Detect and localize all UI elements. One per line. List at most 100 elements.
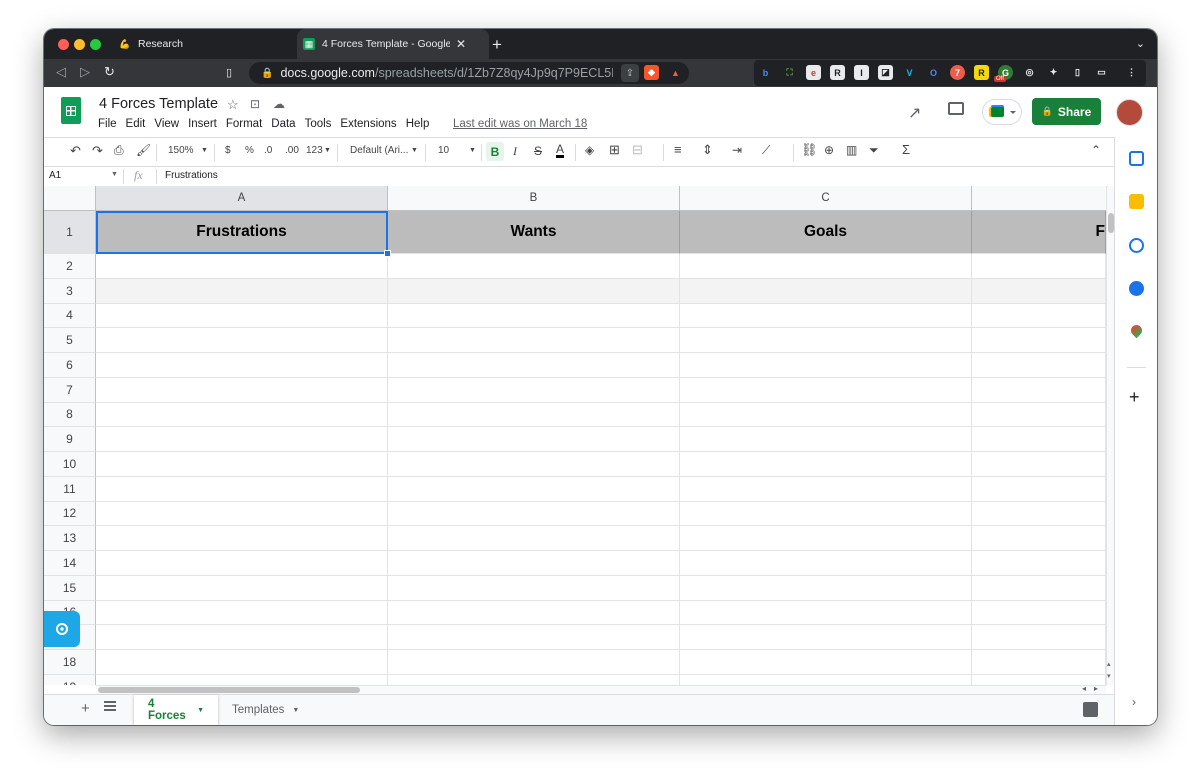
grid-cell[interactable] bbox=[96, 551, 388, 576]
grid-cell[interactable] bbox=[680, 600, 972, 626]
grid-cell[interactable] bbox=[680, 501, 972, 527]
spreadsheet-grid[interactable]: A B C 12345678910111213141516171819 Frus… bbox=[44, 186, 1106, 685]
grid-cell[interactable] bbox=[388, 526, 680, 551]
new-tab-button[interactable]: + bbox=[492, 35, 502, 55]
menu-file[interactable]: File bbox=[98, 118, 117, 130]
grid-cell[interactable] bbox=[972, 303, 1106, 329]
explore-icon[interactable] bbox=[1083, 702, 1098, 717]
cell-c1[interactable]: Goals bbox=[680, 211, 972, 254]
grid-cell[interactable] bbox=[96, 600, 388, 626]
vertical-align-icon[interactable]: ⇕ bbox=[702, 142, 713, 158]
grid-cell[interactable] bbox=[388, 575, 680, 601]
grid-cell[interactable] bbox=[96, 625, 388, 650]
insert-comment-icon[interactable]: ⊕ bbox=[824, 143, 834, 157]
grid-cell[interactable] bbox=[388, 328, 680, 353]
chevron-down-icon[interactable]: ▼ bbox=[111, 171, 118, 178]
all-sheets-icon[interactable] bbox=[104, 701, 116, 711]
name-box[interactable]: A1 bbox=[49, 170, 61, 181]
share-page-icon[interactable]: ⇪ bbox=[620, 64, 639, 82]
meet-button[interactable] bbox=[982, 99, 1022, 125]
grid-cell[interactable] bbox=[96, 476, 388, 502]
e-extension-icon[interactable]: e bbox=[806, 65, 821, 80]
grid-cell[interactable] bbox=[96, 575, 388, 601]
paint-format-icon[interactable]: 🖌 bbox=[136, 143, 151, 157]
grid-cell[interactable] bbox=[388, 303, 680, 329]
grid-cell[interactable] bbox=[96, 526, 388, 551]
puzzle-icon[interactable]: ✦ bbox=[1046, 65, 1061, 80]
zoom-window-button[interactable] bbox=[90, 39, 101, 50]
back-icon[interactable]: ◁ bbox=[56, 64, 66, 80]
menu-extensions[interactable]: Extensions bbox=[340, 118, 396, 130]
print-icon[interactable]: ⎙ bbox=[114, 143, 124, 158]
grid-cell[interactable] bbox=[388, 402, 680, 428]
grid-cell[interactable] bbox=[972, 402, 1106, 428]
grid-cell[interactable] bbox=[972, 254, 1106, 279]
grid-cell[interactable] bbox=[388, 377, 680, 403]
fill-color-icon[interactable]: ◈ bbox=[585, 143, 594, 157]
row-header[interactable]: 4 bbox=[44, 303, 96, 329]
grid-cell[interactable] bbox=[96, 303, 388, 329]
chevron-down-icon[interactable]: ▼ bbox=[324, 147, 331, 154]
grid-cell[interactable] bbox=[388, 674, 680, 685]
row-header[interactable]: 8 bbox=[44, 402, 96, 428]
close-tab-icon[interactable]: ✕ bbox=[456, 37, 466, 51]
show-side-panel-icon[interactable]: › bbox=[1132, 695, 1136, 709]
grid-cell[interactable] bbox=[96, 452, 388, 477]
grid-cell[interactable] bbox=[680, 303, 972, 329]
percent-format-button[interactable]: % bbox=[245, 145, 254, 156]
grid-cell[interactable] bbox=[972, 377, 1106, 403]
grid-cell[interactable] bbox=[972, 476, 1106, 502]
screenshot-extension-icon[interactable]: ⛶ bbox=[782, 65, 797, 80]
grid-cell[interactable] bbox=[680, 328, 972, 353]
scroll-right-icon[interactable]: ▸ bbox=[1094, 684, 1098, 693]
vimeo-extension-icon[interactable]: V bbox=[902, 65, 917, 80]
sheet-tab-templates[interactable]: Templates ▼ bbox=[218, 695, 312, 725]
grid-cell[interactable] bbox=[972, 278, 1106, 304]
scroll-thumb[interactable] bbox=[98, 687, 360, 693]
menu-data[interactable]: Data bbox=[271, 118, 295, 130]
grid-cell[interactable] bbox=[972, 353, 1106, 378]
grid-cell[interactable] bbox=[680, 575, 972, 601]
row-header[interactable]: 11 bbox=[44, 476, 96, 502]
brave-rewards-icon[interactable]: ▲ bbox=[668, 65, 683, 80]
chevron-down-icon[interactable]: ▼ bbox=[469, 147, 476, 154]
address-bar[interactable]: 🔒 docs.google.com /spreadsheets/d/1Zb7Z8… bbox=[249, 62, 689, 84]
decrease-decimal-button[interactable]: .0 bbox=[264, 145, 272, 156]
row-header[interactable]: 12 bbox=[44, 501, 96, 527]
row-header[interactable]: 6 bbox=[44, 353, 96, 378]
grid-cell[interactable] bbox=[96, 328, 388, 353]
text-color-button[interactable]: A bbox=[556, 143, 565, 158]
menu-insert[interactable]: Insert bbox=[188, 118, 217, 130]
grid-cell[interactable] bbox=[972, 650, 1106, 675]
row-header[interactable]: 19 bbox=[44, 674, 96, 685]
italic-button[interactable]: I bbox=[513, 144, 517, 159]
notes-extension-icon[interactable]: ◪ bbox=[878, 65, 893, 80]
grid-cell[interactable] bbox=[680, 278, 972, 304]
grid-cell[interactable] bbox=[680, 402, 972, 428]
cell-d1[interactable]: F bbox=[972, 211, 1106, 254]
menu-format[interactable]: Format bbox=[226, 118, 262, 130]
rize-extension-icon[interactable]: R bbox=[974, 65, 989, 80]
grid-cell[interactable] bbox=[96, 650, 388, 675]
grid-cell[interactable] bbox=[680, 427, 972, 452]
chevron-down-icon[interactable]: ▼ bbox=[201, 147, 208, 154]
grid-cell[interactable] bbox=[680, 674, 972, 685]
activity-dashboard-icon[interactable]: ↗ bbox=[908, 103, 921, 123]
browser-tab-research[interactable]: 💪 Research bbox=[114, 29, 299, 59]
font-size-select[interactable]: 10 bbox=[438, 145, 449, 156]
grid-cell[interactable] bbox=[680, 377, 972, 403]
column-header-a[interactable]: A bbox=[96, 186, 388, 211]
sidebar-icon[interactable]: ▯ bbox=[1070, 65, 1085, 80]
forward-icon[interactable]: ▷ bbox=[80, 64, 90, 80]
grid-cell[interactable] bbox=[680, 551, 972, 576]
chevron-down-icon[interactable]: ▼ bbox=[197, 707, 204, 714]
borders-icon[interactable]: ⊞ bbox=[609, 142, 620, 158]
todoist-extension-icon[interactable]: 7 bbox=[950, 65, 965, 80]
grid-cell[interactable] bbox=[972, 526, 1106, 551]
increase-decimal-button[interactable]: .00 bbox=[285, 145, 299, 156]
scroll-up-icon[interactable]: ▴ bbox=[1107, 660, 1111, 668]
grid-cell[interactable] bbox=[388, 551, 680, 576]
fill-handle[interactable] bbox=[384, 250, 391, 257]
share-button[interactable]: 🔒 Share bbox=[1032, 98, 1101, 125]
row-header[interactable]: 15 bbox=[44, 575, 96, 601]
